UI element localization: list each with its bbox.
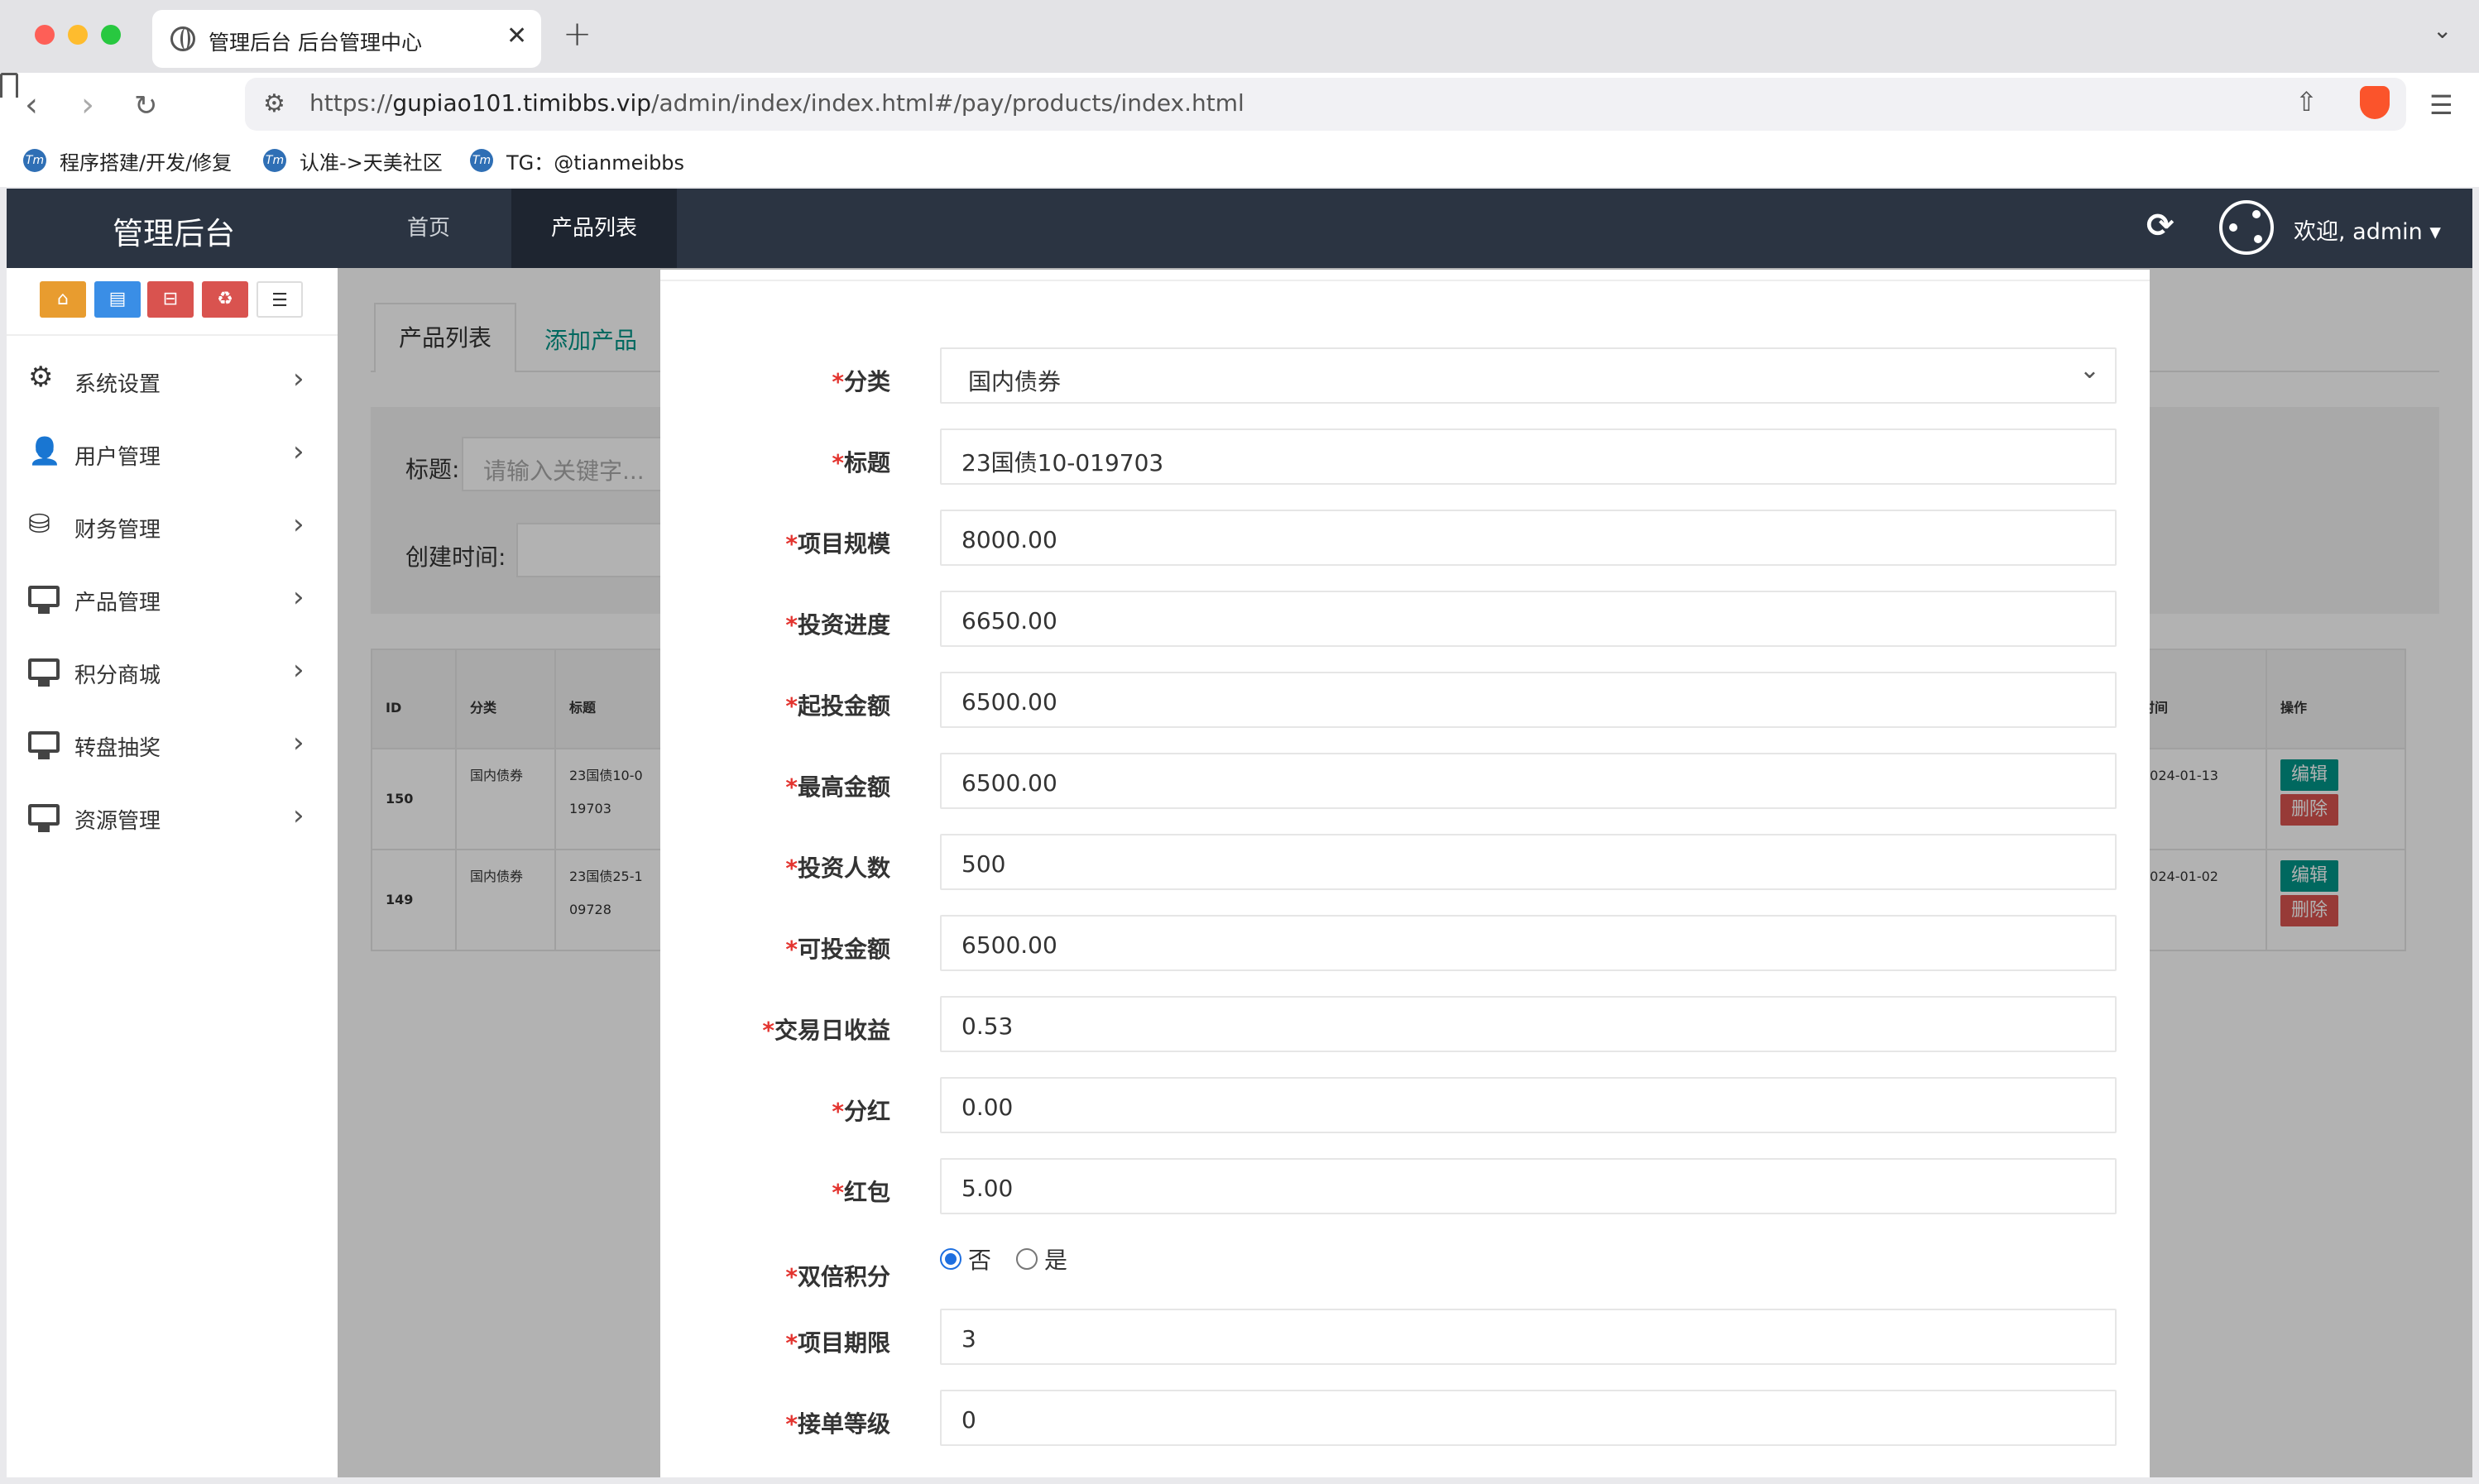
form-row-max-amount: *最高金额 6500.00: [660, 753, 2150, 811]
sidebar-item-finance[interactable]: ⛁ 财务管理 ›: [7, 490, 338, 562]
chevron-right-icon: ›: [293, 799, 304, 832]
form-row-min-amount: *起投金额 6500.00: [660, 672, 2150, 730]
list-icon[interactable]: ☰: [257, 281, 303, 318]
browser-tab[interactable]: 管理后台 后台管理中心 ✕: [152, 10, 541, 68]
form-row-daily-yield: *交易日收益 0.53: [660, 996, 2150, 1054]
window-minimize-button[interactable]: [68, 25, 88, 45]
url-text[interactable]: https://gupiao101.timibbs.vip/admin/inde…: [309, 89, 1244, 117]
radio-yes[interactable]: [1016, 1248, 1038, 1270]
bookmark-icon[interactable]: [0, 73, 18, 98]
chevron-down-icon[interactable]: ⌄: [2433, 17, 2452, 44]
sidebar-item-resources[interactable]: 资源管理 ›: [7, 781, 338, 854]
investor-count-input[interactable]: 500: [940, 834, 2117, 890]
forward-icon[interactable]: ›: [81, 86, 94, 124]
form-row-term: *项目期限 3: [660, 1309, 2150, 1367]
project-term-input[interactable]: 3: [940, 1309, 2117, 1365]
user-icon: 👤: [28, 435, 61, 467]
form-row-scale: *项目规模 8000.00: [660, 510, 2150, 567]
avatar[interactable]: [2219, 200, 2274, 255]
new-tab-button[interactable]: +: [563, 13, 592, 54]
bookmark-item[interactable]: Tm 认准->天美社区: [263, 144, 443, 177]
reload-icon[interactable]: ↻: [134, 89, 158, 122]
category-select[interactable]: 国内债券: [940, 347, 2117, 404]
window-close-button[interactable]: [35, 25, 55, 45]
chevron-right-icon: ›: [293, 726, 304, 759]
close-icon[interactable]: ✕: [506, 22, 527, 50]
monitor-icon: [28, 658, 60, 687]
form-row-double-points: *双倍积分 否 是: [660, 1234, 2150, 1292]
chevron-right-icon: ›: [293, 508, 304, 541]
menu-icon[interactable]: ☰: [2429, 89, 2453, 121]
project-scale-input[interactable]: 8000.00: [940, 510, 2117, 566]
user-menu[interactable]: 欢迎, admin ▾: [2294, 213, 2441, 246]
app-header: 管理后台 首页 产品列表 ⟳ 欢迎, admin ▾: [7, 189, 2472, 268]
globe-icon: [170, 26, 195, 51]
available-amount-input[interactable]: 6500.00: [940, 915, 2117, 971]
order-level-input[interactable]: 0: [940, 1390, 2117, 1446]
chevron-right-icon: ›: [293, 362, 304, 395]
tab-title: 管理后台 后台管理中心: [209, 31, 422, 55]
form-row-investors: *投资人数 500: [660, 834, 2150, 892]
share-icon[interactable]: ⇧: [2295, 86, 2318, 117]
form-row-title: *标题 23国债10-019703: [660, 428, 2150, 486]
back-icon[interactable]: ‹: [25, 86, 38, 124]
topnav-home[interactable]: 首页: [367, 189, 490, 268]
title-input[interactable]: 23国债10-019703: [940, 428, 2117, 485]
sidebar-item-products[interactable]: 产品管理 ›: [7, 562, 338, 635]
sidebar: ⌂ ▤ ⊟ ♻ ☰ ⚙ 系统设置 › 👤 用户管理 › ⛁ 财务管理 › 产品管…: [7, 268, 338, 1477]
recycle-icon[interactable]: ♻: [202, 281, 248, 318]
bookmarks-bar: Tm 程序搭建/开发/修复 Tm 认准->天美社区 Tm TG：@tianmei…: [0, 139, 2479, 187]
form-row-order-level: *接单等级 0: [660, 1390, 2150, 1448]
database-icon: ⛁: [28, 508, 50, 539]
form-row-available: *可投金额 6500.00: [660, 915, 2150, 973]
form-row-red-packet: *红包 5.00: [660, 1158, 2150, 1216]
investment-progress-input[interactable]: 6650.00: [940, 591, 2117, 647]
gears-icon: ⚙: [28, 361, 54, 394]
sidebar-item-points-mall[interactable]: 积分商城 ›: [7, 635, 338, 708]
chevron-right-icon: ›: [293, 653, 304, 687]
max-amount-input[interactable]: 6500.00: [940, 753, 2117, 809]
file-icon[interactable]: ▤: [94, 281, 141, 318]
address-bar[interactable]: ⚙ https://gupiao101.timibbs.vip/admin/in…: [245, 78, 2406, 131]
topnav-products[interactable]: 产品列表: [511, 189, 678, 268]
home-icon[interactable]: ⌂: [40, 281, 86, 318]
trash-icon[interactable]: ⊟: [147, 281, 194, 318]
monitor-icon: [28, 804, 60, 832]
daily-yield-input[interactable]: 0.53: [940, 996, 2117, 1052]
bookmark-item[interactable]: Tm TG：@tianmeibbs: [470, 144, 684, 177]
monitor-icon: [28, 586, 60, 614]
app-logo[interactable]: 管理后台: [113, 208, 235, 253]
sidebar-item-system[interactable]: ⚙ 系统设置 ›: [7, 344, 338, 417]
sidebar-item-lottery[interactable]: 转盘抽奖 ›: [7, 708, 338, 781]
radio-no[interactable]: [940, 1248, 961, 1270]
red-packet-input[interactable]: 5.00: [940, 1158, 2117, 1214]
browser-toolbar: ‹ › ↻ ⚙ https://gupiao101.timibbs.vip/ad…: [0, 73, 2479, 147]
bookmark-item[interactable]: Tm 程序搭建/开发/修复: [23, 144, 232, 177]
window-zoom-button[interactable]: [101, 25, 121, 45]
site-favicon-icon: Tm: [23, 149, 46, 172]
monitor-icon: [28, 731, 60, 759]
form-row-progress: *投资进度 6650.00: [660, 591, 2150, 649]
refresh-icon[interactable]: ⟳: [2146, 207, 2175, 245]
sidebar-item-users[interactable]: 👤 用户管理 ›: [7, 417, 338, 490]
double-points-radio-group: 否 是: [940, 1242, 1092, 1276]
site-favicon-icon: Tm: [470, 149, 493, 172]
form-row-category: *分类 国内债券: [660, 347, 2150, 405]
chevron-right-icon: ›: [293, 581, 304, 614]
form-row-dividend: *分红 0.00: [660, 1077, 2150, 1135]
site-settings-icon[interactable]: ⚙: [263, 89, 285, 118]
site-favicon-icon: Tm: [263, 149, 286, 172]
browser-tab-bar: 管理后台 后台管理中心 ✕ + ⌄: [0, 0, 2479, 73]
chevron-right-icon: ›: [293, 435, 304, 468]
edit-product-modal: *分类 国内债券 *标题 23国债10-019703 *项目规模 8000.00…: [660, 270, 2150, 1477]
quick-action-bar: ⌂ ▤ ⊟ ♻ ☰: [7, 268, 338, 336]
dividend-input[interactable]: 0.00: [940, 1077, 2117, 1133]
min-investment-input[interactable]: 6500.00: [940, 672, 2117, 728]
brave-shield-icon[interactable]: [2360, 86, 2390, 119]
